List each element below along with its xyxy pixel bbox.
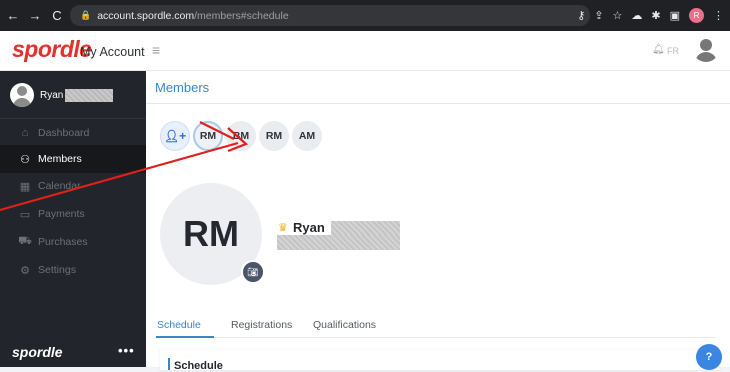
sidebar-item-members[interactable]: ⚇ Members (0, 145, 146, 173)
star-icon[interactable]: ☆ (613, 9, 623, 22)
sidebar-item-purchases[interactable]: ⛟ Purchases (0, 228, 146, 256)
sidebar-item-label: Dashboard (38, 127, 90, 139)
sidebar-item-label: Members (38, 153, 82, 165)
member-name: Ryan (293, 220, 325, 235)
tab-qualifications[interactable]: Qualifications (313, 319, 376, 331)
sidebar-item-label: Settings (38, 264, 76, 276)
sidebar: Ryan ⌂ Dashboard ⚇ Members ▦ Calendar ▭ Paym… (0, 71, 146, 367)
sidepanel-icon[interactable]: ▣ (670, 9, 680, 22)
gear-icon: ⚙ (20, 264, 30, 277)
sidebar-footer-logo: spordle (12, 344, 63, 360)
sidebar-username: Ryan (40, 90, 64, 101)
sidebar-item-label: Calendar (38, 180, 81, 192)
redacted-info (277, 235, 400, 250)
calendar-icon: ▦ (19, 180, 31, 193)
credit-card-icon: ▭ (19, 208, 31, 221)
home-icon: ⌂ (21, 127, 29, 139)
extensions-icon[interactable]: ✱ (651, 9, 660, 22)
forward-icon[interactable]: → (26, 8, 44, 23)
sidebar-user[interactable]: Ryan (0, 71, 146, 119)
cart-icon: ⛟ (18, 235, 32, 247)
sidebar-item-dashboard[interactable]: ⌂ Dashboard (0, 119, 146, 147)
user-avatar[interactable] (693, 36, 719, 62)
help-button[interactable]: ? (696, 344, 722, 370)
address-bar[interactable]: 🔒 account.spordle.com/members#schedule (70, 5, 590, 26)
language-toggle[interactable]: FR (667, 46, 679, 56)
sidebar-item-settings[interactable]: ⚙ Settings (0, 256, 146, 284)
sidebar-item-payments[interactable]: ▭ Payments (0, 200, 146, 228)
tab-schedule[interactable]: Schedule (157, 319, 201, 331)
section-title: Schedule (174, 360, 223, 372)
camera-icon[interactable]: 📷︎ (241, 260, 265, 284)
add-member-button[interactable]: 👤︎+ (160, 121, 190, 151)
hamburger-icon[interactable]: ≡ (152, 42, 160, 58)
user-icon: ⚇ (20, 153, 30, 166)
app-title: My Account (80, 45, 145, 59)
sidebar-item-label: Payments (38, 208, 85, 220)
member-tabs: Schedule Registrations Qualifications (156, 316, 716, 338)
member-chip[interactable]: RM (193, 121, 223, 151)
bell-icon[interactable]: 🔔︎ (652, 44, 665, 55)
sidebar-item-calendar[interactable]: ▦ Calendar (0, 172, 146, 200)
browser-toolbar: ← → C 🔒 account.spordle.com/members#sche… (0, 0, 730, 31)
member-chip[interactable]: RM (259, 121, 289, 151)
member-chip[interactable]: BM (226, 121, 256, 151)
crown-icon: ♛ (278, 222, 288, 234)
share-icon[interactable]: ⇪ (594, 9, 603, 22)
redacted-surname (65, 89, 113, 102)
key-icon[interactable]: ⚷ (577, 9, 585, 22)
active-tab-indicator (156, 336, 214, 338)
lock-icon: 🔒 (80, 10, 92, 20)
sidebar-avatar (10, 83, 34, 107)
schedule-section: Schedule (160, 350, 720, 372)
member-chip[interactable]: AM (292, 121, 322, 151)
cloud-icon[interactable]: ☁ (631, 9, 642, 22)
add-user-icon: 👤︎+ (163, 129, 187, 143)
back-icon[interactable]: ← (4, 8, 22, 23)
url-host: account.spordle.com (97, 9, 195, 22)
profile-avatar[interactable]: R (689, 8, 704, 23)
menu-icon[interactable]: ⋮ (713, 9, 724, 22)
app-header: spordle My Account ≡ 🔔︎ FR (0, 31, 730, 71)
page-title: Members (155, 80, 210, 95)
tab-registrations[interactable]: Registrations (231, 319, 292, 331)
sidebar-item-label: Purchases (38, 236, 88, 248)
redacted-surname (331, 221, 400, 235)
more-options-icon[interactable]: ••• (118, 343, 135, 358)
page-header: Members (146, 71, 730, 104)
reload-icon[interactable]: C (48, 8, 66, 23)
url-path: /members#schedule (194, 9, 289, 22)
